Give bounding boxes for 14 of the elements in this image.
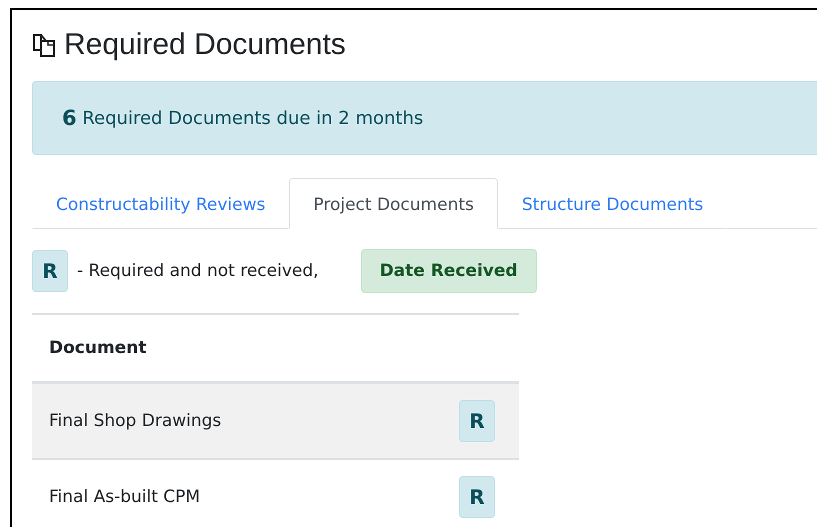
column-header: Document — [49, 338, 146, 358]
legend-text: - Required and not received, — [77, 261, 319, 281]
info-alert: 6 Required Documents due in 2 months — [32, 81, 817, 155]
document-name: Final As-built CPM — [49, 487, 200, 507]
documents-icon — [32, 32, 56, 58]
status-badge: R — [459, 400, 495, 442]
document-name: Final Shop Drawings — [49, 411, 222, 431]
status-badge: R — [459, 476, 495, 518]
page-title: Required Documents — [64, 28, 346, 62]
required-badge: R — [32, 250, 68, 292]
received-badge: Date Received — [360, 249, 537, 293]
tab[interactable]: Constructability Reviews — [32, 178, 290, 229]
tab[interactable]: Structure Documents — [498, 178, 728, 229]
tab[interactable]: Project Documents — [289, 178, 498, 229]
